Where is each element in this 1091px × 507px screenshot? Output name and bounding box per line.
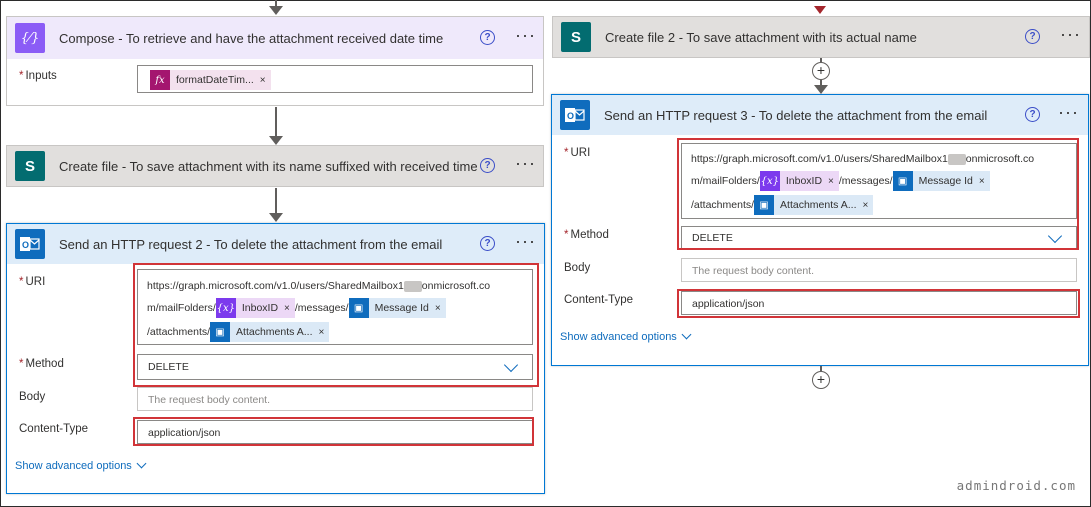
help-icon[interactable]: ? xyxy=(480,236,495,251)
connector-arrow xyxy=(275,107,277,137)
uri-label-text: URI xyxy=(25,276,46,288)
create-file-2-card[interactable]: S Create file 2 - To save attachment wit… xyxy=(552,16,1090,58)
chevron-down-icon[interactable] xyxy=(136,458,147,469)
required-mark: * xyxy=(19,70,24,82)
method-label: * Method xyxy=(19,358,64,370)
inputs-label-text: Inputs xyxy=(25,70,57,82)
compose-header[interactable]: {⁄} Compose - To retrieve and have the a… xyxy=(7,17,543,59)
body-label: Body xyxy=(19,391,46,403)
remove-token-icon[interactable]: × xyxy=(258,75,271,86)
method-label-text: Method xyxy=(570,229,609,241)
help-icon[interactable]: ? xyxy=(480,158,495,173)
body-field[interactable]: The request body content. xyxy=(681,258,1077,282)
card-title: Send an HTTP request 3 - To delete the a… xyxy=(604,107,988,123)
highlight-box xyxy=(677,289,1080,318)
add-step-icon[interactable]: + xyxy=(812,62,830,80)
compose-card[interactable]: {⁄} Compose - To retrieve and have the a… xyxy=(6,16,544,106)
show-advanced-options-link[interactable]: Show advanced options xyxy=(15,460,132,472)
help-icon[interactable]: ? xyxy=(480,30,495,45)
help-icon[interactable]: ? xyxy=(1025,29,1040,44)
card-title: Send an HTTP request 2 - To delete the a… xyxy=(59,236,443,252)
more-options-icon[interactable]: ··· xyxy=(1058,103,1079,121)
chevron-down-icon[interactable] xyxy=(681,329,692,340)
more-options-icon[interactable]: ··· xyxy=(515,154,536,172)
method-label-text: Method xyxy=(25,358,64,370)
highlight-box xyxy=(133,263,539,387)
required-mark: * xyxy=(19,276,24,288)
card-title: Create file 2 - To save attachment with … xyxy=(605,29,917,45)
more-options-icon[interactable]: ··· xyxy=(1060,25,1081,43)
format-datetime-token[interactable]: fx formatDateTim... × xyxy=(150,70,271,90)
function-icon: fx xyxy=(150,70,170,90)
card-title: Compose - To retrieve and have the attac… xyxy=(59,30,444,46)
method-label: * Method xyxy=(564,229,609,241)
required-mark: * xyxy=(564,147,569,159)
sharepoint-icon: S xyxy=(561,22,591,52)
more-options-icon[interactable]: ··· xyxy=(515,232,536,250)
more-options-icon[interactable]: ··· xyxy=(515,26,536,44)
arrow-head xyxy=(814,6,826,14)
connector-arrow xyxy=(275,188,277,214)
uri-label: * URI xyxy=(564,147,590,159)
http-request-3-header[interactable]: O Send an HTTP request 3 - To delete the… xyxy=(552,95,1088,135)
highlight-box xyxy=(133,417,534,446)
arrow-head xyxy=(814,85,828,94)
body-label: Body xyxy=(564,262,591,274)
curly-braces-icon: {⁄} xyxy=(15,23,45,53)
help-icon[interactable]: ? xyxy=(1025,107,1040,122)
uri-label: * URI xyxy=(19,276,45,288)
create-file-card[interactable]: S Create file - To save attachment with … xyxy=(6,145,544,187)
arrow-head xyxy=(269,6,283,15)
svg-text:O: O xyxy=(567,111,574,121)
token-label: formatDateTim... xyxy=(176,74,254,86)
create-file-2-header[interactable]: S Create file 2 - To save attachment wit… xyxy=(553,17,1089,57)
inputs-label: * Inputs xyxy=(19,70,57,82)
uri-label-text: URI xyxy=(570,147,591,159)
highlight-box xyxy=(677,138,1079,250)
inputs-field[interactable]: fx formatDateTim... × xyxy=(137,65,533,93)
http-request-2-header[interactable]: O Send an HTTP request 2 - To delete the… xyxy=(7,224,544,264)
show-advanced-options-link[interactable]: Show advanced options xyxy=(560,331,677,343)
card-title: Create file - To save attachment with it… xyxy=(59,158,478,174)
outlook-icon: O xyxy=(560,100,590,130)
body-field[interactable]: The request body content. xyxy=(137,387,533,411)
watermark: admindroid.com xyxy=(956,478,1076,493)
http-request-2-card[interactable]: O Send an HTTP request 2 - To delete the… xyxy=(6,223,545,494)
required-mark: * xyxy=(564,229,569,241)
required-mark: * xyxy=(19,358,24,370)
content-type-label: Content-Type xyxy=(564,294,634,306)
add-step-icon[interactable]: + xyxy=(812,371,830,389)
sharepoint-icon: S xyxy=(15,151,45,181)
content-type-label: Content-Type xyxy=(19,423,89,435)
arrow-head xyxy=(269,213,283,222)
svg-text:O: O xyxy=(22,240,29,250)
arrow-head xyxy=(269,136,283,145)
http-request-3-card[interactable]: O Send an HTTP request 3 - To delete the… xyxy=(551,94,1089,366)
outlook-icon: O xyxy=(15,229,45,259)
create-file-header[interactable]: S Create file - To save attachment with … xyxy=(7,146,543,186)
